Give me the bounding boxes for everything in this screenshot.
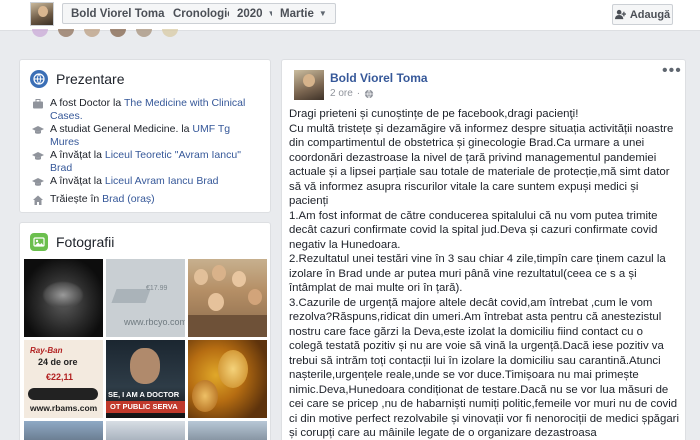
photos-header: Fotografii: [20, 223, 270, 257]
globe-icon[interactable]: [364, 89, 374, 99]
home-icon: [33, 195, 43, 205]
graduation-cap-icon: [32, 152, 44, 160]
photo-tile-eggs[interactable]: [188, 340, 267, 418]
intro-text: Trăiește în Brad (oraș): [50, 193, 155, 206]
friend-thumb[interactable]: [136, 29, 152, 37]
intro-prefix: A fost Doctor la: [50, 97, 124, 109]
profile-top-bar: Bold Viorel Toma Cronologie ▼ 2020 ▼ Mar…: [0, 0, 700, 31]
briefcase-icon: [33, 99, 43, 109]
intro-prefix: Trăiește în: [50, 193, 103, 205]
intro-link-city[interactable]: Brad (oraș): [102, 193, 155, 205]
photo-caption: www.rbcyo.com: [124, 317, 185, 327]
photos-title: Fotografii: [56, 234, 115, 250]
post-paragraph: Dragi prieteni și cunoștințe de pe faceb…: [289, 108, 579, 120]
more-options-icon[interactable]: •••: [662, 62, 682, 80]
intro-item-lives-in: Trăiește în Brad (oraș): [32, 193, 260, 211]
friend-thumb[interactable]: [110, 29, 126, 37]
photo-brand: Ray-Ban: [30, 346, 63, 355]
add-friend-button[interactable]: Adaugă: [612, 4, 673, 25]
avatar[interactable]: [294, 70, 324, 100]
profile-name-label: Bold Viorel Toma: [71, 7, 165, 20]
photo-price: €22,11: [46, 372, 74, 382]
post-text: Dragi prieteni și cunoștințe de pe faceb…: [289, 107, 679, 440]
avatar[interactable]: [30, 2, 54, 26]
friends-strip: [32, 29, 178, 37]
photo-tile-doctor[interactable]: SE, I AM A DOCTOR OT PUBLIC SERVA: [106, 340, 185, 418]
intro-text: A studiat General Medicine. la UMF Tg Mu…: [50, 123, 260, 149]
photo-tile-ultrasound[interactable]: [24, 259, 103, 337]
photo-tile[interactable]: [24, 421, 103, 440]
intro-title: Prezentare: [56, 71, 125, 87]
photo-site: www.rbams.com: [30, 403, 98, 413]
intro-text: A învățat la Liceul Avram Iancu Brad: [50, 175, 219, 188]
year-label: 2020: [237, 7, 263, 20]
photo-tile-group[interactable]: [188, 259, 267, 337]
globe-icon: [30, 70, 48, 88]
intro-card: Prezentare A fost Doctor la The Medicine…: [19, 59, 271, 213]
intro-item-work: A fost Doctor la The Medicine with Clini…: [32, 97, 260, 123]
post-timestamp[interactable]: 2 ore: [330, 88, 353, 99]
intro-item-university: A studiat General Medicine. la UMF Tg Mu…: [32, 123, 260, 149]
friend-thumb[interactable]: [58, 29, 74, 37]
photo-caption: SE, I AM A DOCTOR: [108, 390, 180, 399]
intro-prefix: A învățat la: [50, 149, 105, 161]
photo-tile-banner[interactable]: €17.99 www.rbcyo.com: [106, 259, 185, 337]
month-dropdown[interactable]: Martie ▼: [272, 3, 336, 24]
intro-text: A fost Doctor la The Medicine with Clini…: [50, 97, 260, 123]
post-meta: 2 ore ·: [330, 88, 374, 99]
intro-prefix: A învățat la: [50, 175, 105, 187]
intro-link-highschool-2[interactable]: Liceul Avram Iancu Brad: [105, 175, 219, 187]
friend-thumb[interactable]: [84, 29, 100, 37]
graduation-cap-icon: [32, 178, 44, 186]
photo-caption: 24 de ore: [38, 357, 78, 367]
post-paragraph: 2.Rezultatul unei testări vine în 3 sau …: [289, 253, 666, 294]
chevron-down-icon: ▼: [318, 9, 327, 18]
timeline-label: Cronologie: [173, 7, 234, 20]
photo-caption-2: OT PUBLIC SERVA: [110, 402, 178, 411]
profile-name-button[interactable]: Bold Viorel Toma: [62, 3, 174, 24]
intro-prefix: A studiat General Medicine. la: [50, 123, 193, 135]
add-person-icon: [614, 9, 626, 20]
post-card: Bold Viorel Toma 2 ore · ••• Dragi priet…: [281, 59, 686, 440]
post-paragraph: Cu multă tristețe și dezamăgire vă infor…: [289, 122, 674, 208]
friend-thumb[interactable]: [162, 29, 178, 37]
intro-header: Prezentare: [20, 60, 270, 94]
photo-price-faded: €17.99: [146, 285, 168, 292]
post-author-link[interactable]: Bold Viorel Toma: [330, 71, 428, 85]
intro-item-highschool-2: A învățat la Liceul Avram Iancu Brad: [32, 175, 260, 193]
meta-separator: ·: [356, 88, 361, 99]
month-label: Martie: [280, 7, 314, 20]
post-paragraph: 3.Cazurile de urgență majore altele decâ…: [289, 296, 679, 440]
photo-tile[interactable]: [106, 421, 185, 440]
intro-text: A învățat la Liceul Teoretic "Avram Ianc…: [50, 149, 260, 175]
post-paragraph: 1.Am fost informat de către conducerea s…: [289, 209, 658, 251]
photo-tile[interactable]: [188, 421, 267, 440]
photo-tile-rayban-ad[interactable]: Ray-Ban 24 de ore €22,11 www.rbams.com: [24, 340, 103, 418]
friend-thumb[interactable]: [32, 29, 48, 37]
graduation-cap-icon: [32, 126, 44, 134]
intro-item-highschool: A învățat la Liceul Teoretic "Avram Ianc…: [32, 149, 260, 175]
add-friend-label: Adaugă: [629, 8, 671, 21]
photo-icon: [30, 233, 48, 251]
